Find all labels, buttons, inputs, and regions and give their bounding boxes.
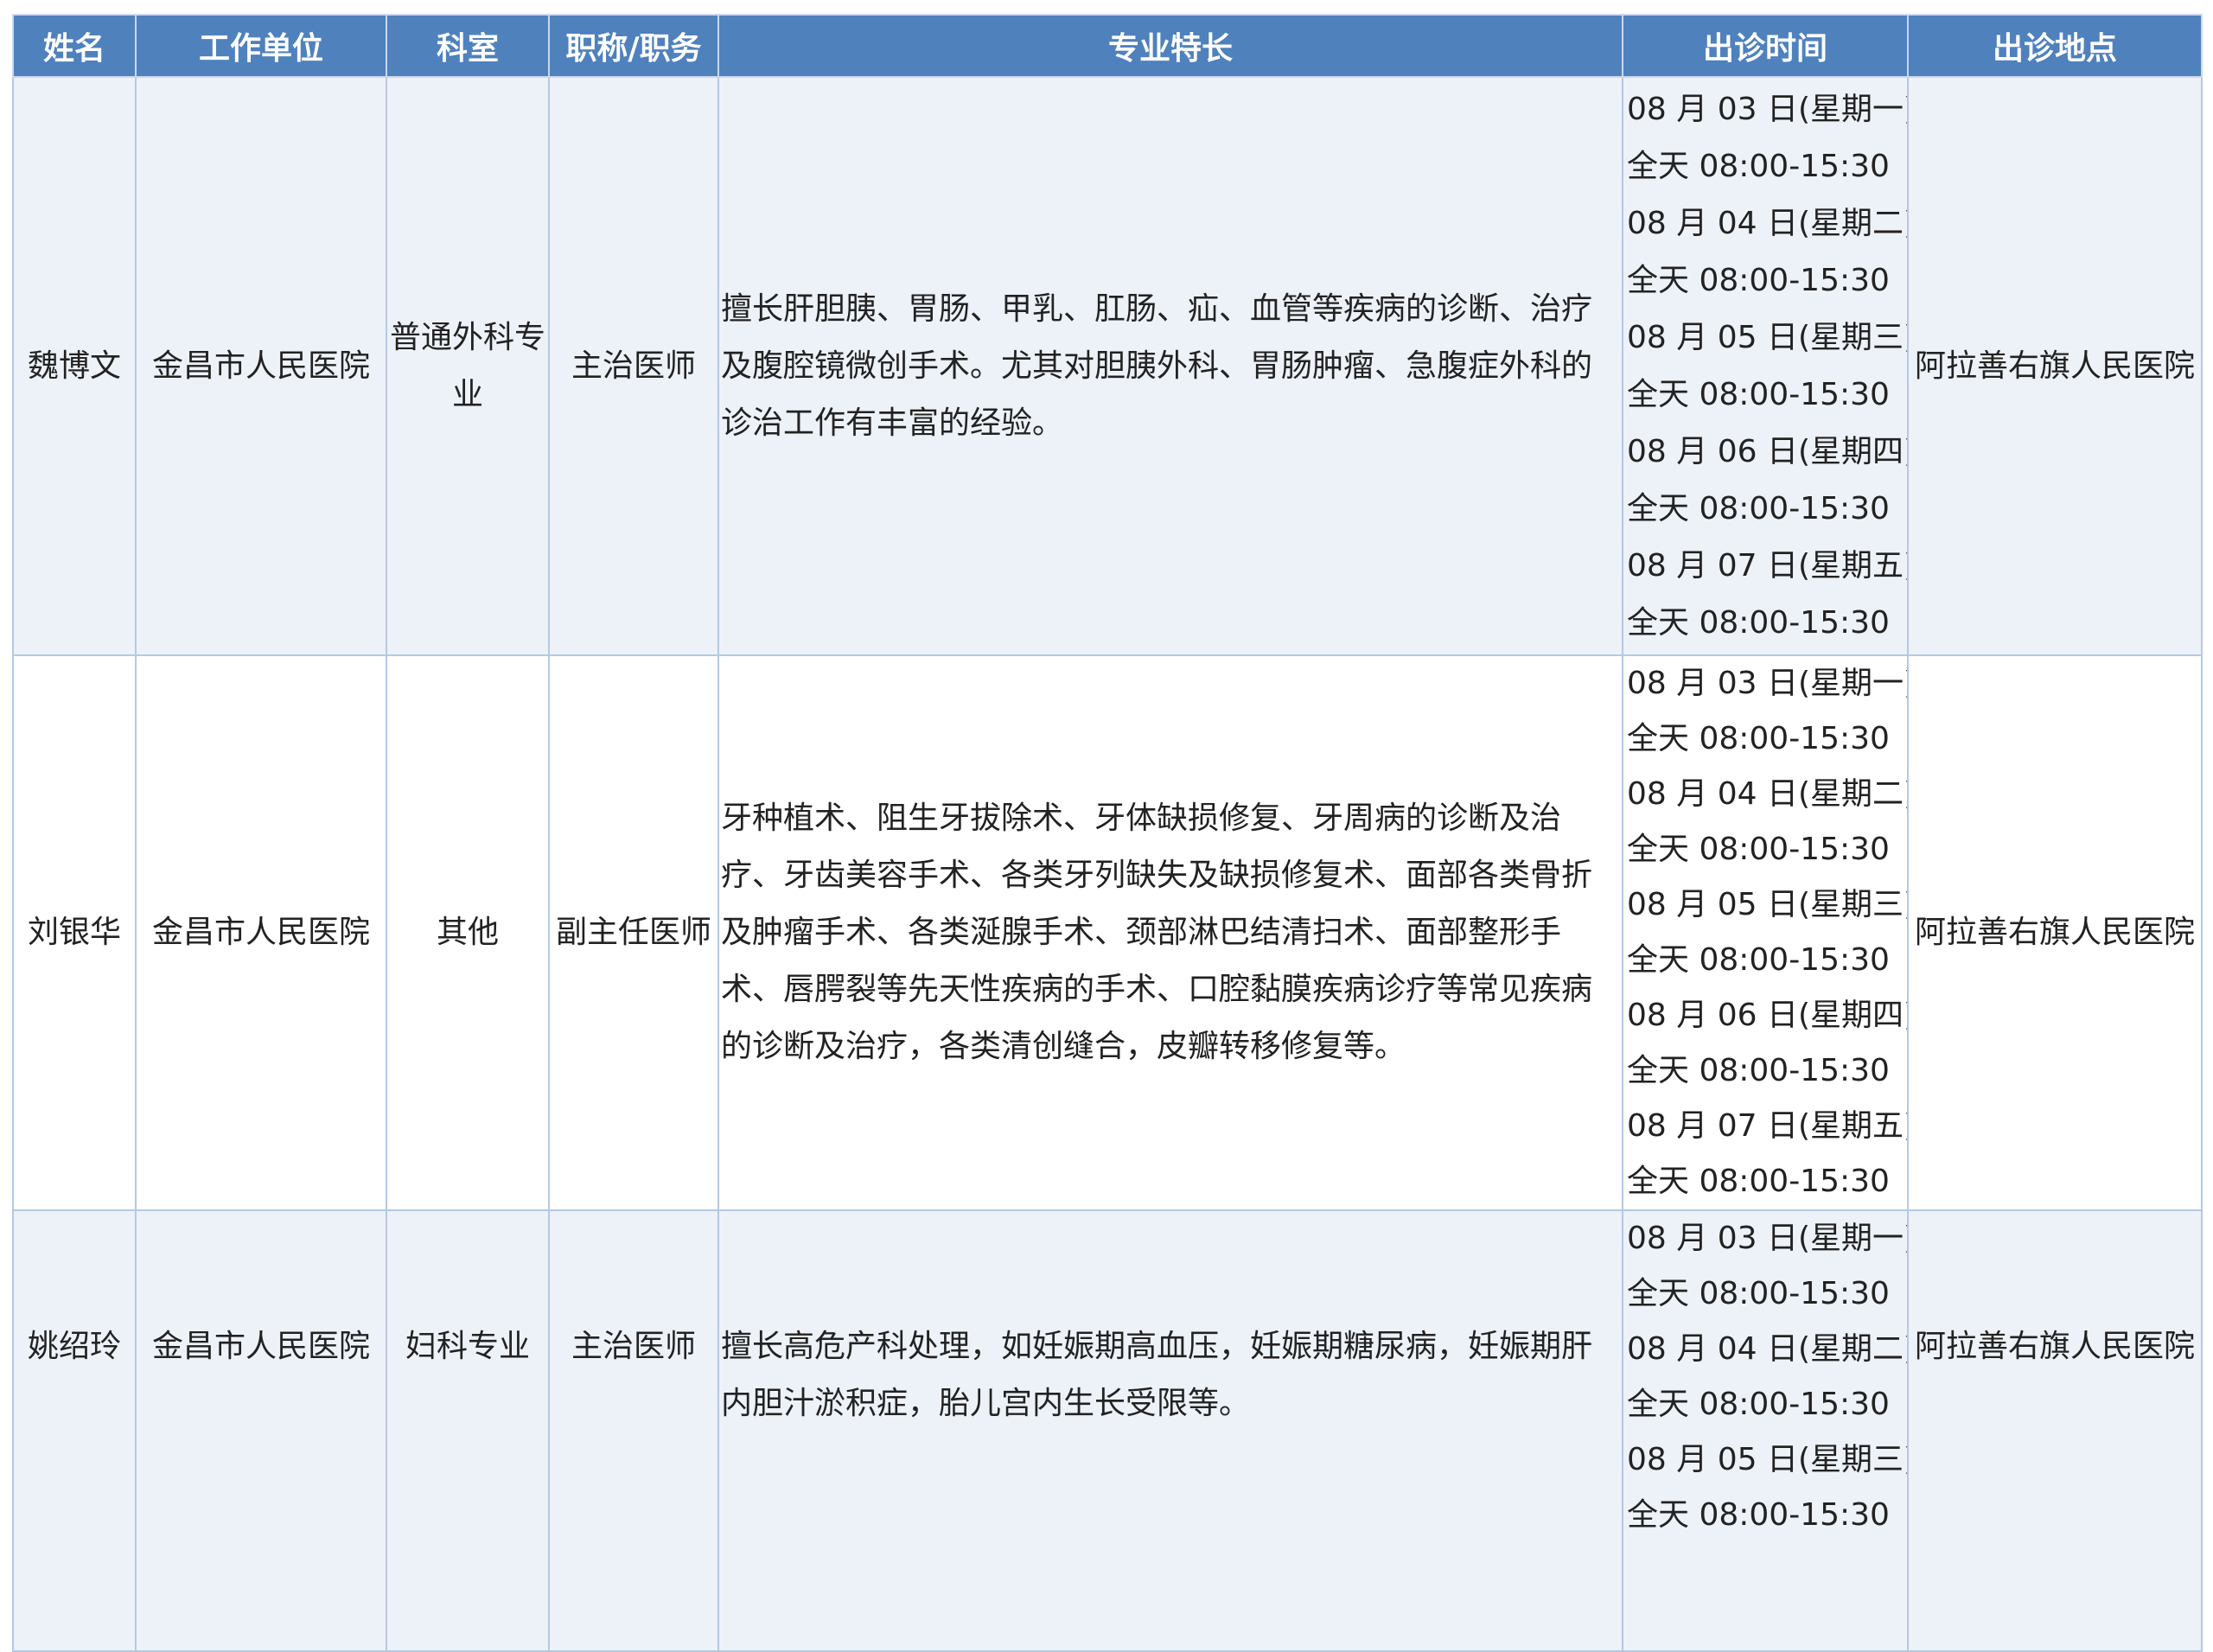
column-header-location: 出诊地点 <box>1907 14 2203 78</box>
department-cell: 其他 <box>386 654 550 1211</box>
column-header-name: 姓名 <box>12 14 137 78</box>
schedule-cell: 08 月 03 日(星期一) 全天 08:00-15:30 08 月 04 日(… <box>1622 76 1909 656</box>
doctor-name-cell: 魏博文 <box>12 76 137 656</box>
schedule-hours: 全天 08:00-15:30 <box>1627 1164 1890 1199</box>
table-row: 刘银华 金昌市人民医院 其他 副主任医师 牙种植术、阻生牙拔除术、牙体缺损修复、… <box>12 654 2203 1211</box>
schedule-date: 08 月 03 日(星期一) <box>1627 666 1908 701</box>
schedule-date: 08 月 06 日(星期四) <box>1627 998 1908 1033</box>
clinic-location-cell: 阿拉善右旗人民医院 <box>1907 1209 2203 1652</box>
schedule-hours: 全天 08:00-15:30 <box>1627 942 1890 978</box>
job-title-cell: 副主任医师 <box>548 654 719 1211</box>
schedule-date: 08 月 03 日(星期一) <box>1627 1221 1908 1256</box>
schedule-date: 08 月 05 日(星期三) <box>1627 1442 1908 1477</box>
specialty-cell: 擅长高危产科处理，如妊娠期高血压，妊娠期糖尿病，妊娠期肝内胆汁淤积症，胎儿宫内生… <box>717 1209 1623 1652</box>
schedule-hours: 全天 08:00-15:30 <box>1627 1053 1890 1088</box>
schedule-cell: 08 月 03 日(星期一) 全天 08:00-15:30 08 月 04 日(… <box>1622 1209 1909 1652</box>
schedule-hours: 全天 08:00-15:30 <box>1627 490 1890 526</box>
work-unit-cell: 金昌市人民医院 <box>135 76 387 656</box>
doctor-name-cell: 姚绍玲 <box>12 1209 137 1652</box>
work-unit-cell: 金昌市人民医院 <box>135 654 387 1211</box>
doctor-name-cell: 刘银华 <box>12 654 137 1211</box>
schedule-hours: 全天 08:00-15:30 <box>1627 262 1890 298</box>
schedule-hours: 全天 08:00-15:30 <box>1627 604 1890 641</box>
schedule-date: 08 月 07 日(星期五) <box>1627 547 1908 584</box>
schedule-date: 08 月 05 日(星期三) <box>1627 319 1908 355</box>
table-row: 姚绍玲 金昌市人民医院 妇科专业 主治医师 擅长高危产科处理，如妊娠期高血压，妊… <box>12 1209 2203 1652</box>
header-row: 姓名 工作单位 科室 职称/职务 专业特长 出诊时间 出诊地点 <box>12 14 2203 78</box>
schedule-hours: 全天 08:00-15:30 <box>1627 832 1890 867</box>
specialty-cell: 擅长肝胆胰、胃肠、甲乳、肛肠、疝、血管等疾病的诊断、治疗及腹腔镜微创手术。尤其对… <box>717 76 1623 656</box>
doctor-schedule-sheet: 姓名 工作单位 科室 职称/职务 专业特长 出诊时间 出诊地点 魏博文 金昌市人… <box>12 14 2203 1652</box>
column-header-title: 职称/职务 <box>548 14 719 78</box>
clinic-location-cell: 阿拉善右旗人民医院 <box>1907 76 2203 656</box>
schedule-hours: 全天 08:00-15:30 <box>1627 1387 1890 1422</box>
schedule-hours: 全天 08:00-15:30 <box>1627 376 1890 412</box>
column-header-dept: 科室 <box>386 14 550 78</box>
column-header-specialty: 专业特长 <box>717 14 1623 78</box>
schedule-date: 08 月 05 日(星期三) <box>1627 887 1908 922</box>
table-row: 魏博文 金昌市人民医院 普通外科专业 主治医师 擅长肝胆胰、胃肠、甲乳、肛肠、疝… <box>12 76 2203 656</box>
clinic-location-cell: 阿拉善右旗人民医院 <box>1907 654 2203 1211</box>
column-header-schedule: 出诊时间 <box>1622 14 1909 78</box>
schedule-hours: 全天 08:00-15:30 <box>1627 1497 1890 1533</box>
work-unit-cell: 金昌市人民医院 <box>135 1209 387 1652</box>
schedule-cell: 08 月 03 日(星期一) 全天 08:00-15:30 08 月 04 日(… <box>1622 654 1909 1211</box>
doctor-schedule-table: 姓名 工作单位 科室 职称/职务 专业特长 出诊时间 出诊地点 魏博文 金昌市人… <box>12 14 2203 1652</box>
schedule-date: 08 月 04 日(星期二) <box>1627 1331 1908 1367</box>
schedule-hours: 全天 08:00-15:30 <box>1627 1276 1890 1311</box>
department-cell: 妇科专业 <box>386 1209 550 1652</box>
schedule-date: 08 月 06 日(星期四) <box>1627 433 1908 469</box>
schedule-hours: 全天 08:00-15:30 <box>1627 721 1890 756</box>
schedule-date: 08 月 07 日(星期五) <box>1627 1108 1908 1144</box>
schedule-date: 08 月 04 日(星期二) <box>1627 205 1908 241</box>
job-title-cell: 主治医师 <box>548 1209 719 1652</box>
job-title-cell: 主治医师 <box>548 76 719 656</box>
schedule-hours: 全天 08:00-15:30 <box>1627 148 1890 184</box>
schedule-date: 08 月 04 日(星期二) <box>1627 776 1908 812</box>
specialty-cell: 牙种植术、阻生牙拔除术、牙体缺损修复、牙周病的诊断及治疗、牙齿美容手术、各类牙列… <box>717 654 1623 1211</box>
column-header-unit: 工作单位 <box>135 14 387 78</box>
schedule-date: 08 月 03 日(星期一) <box>1627 91 1908 127</box>
department-cell: 普通外科专业 <box>386 76 550 656</box>
